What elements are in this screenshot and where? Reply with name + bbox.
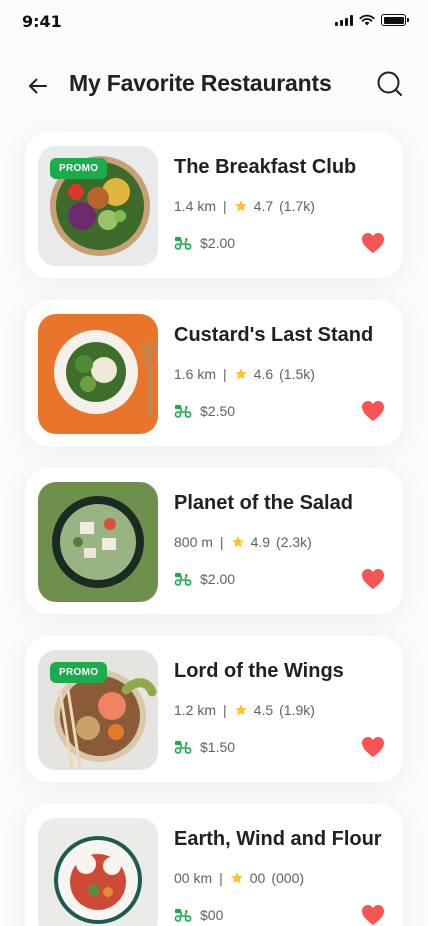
review-count: (1.9k) (279, 702, 315, 718)
heart-icon[interactable] (361, 400, 385, 422)
distance: 1.4 km (174, 198, 217, 214)
restaurant-card[interactable]: Earth, Wind and Flour 00 km | 00 (000) $… (25, 804, 403, 926)
star-icon (231, 535, 245, 549)
search-icon (377, 71, 402, 96)
delivery-price: $1.50 (200, 739, 236, 755)
distance: 800 m (174, 534, 213, 550)
rating: 00 (249, 870, 266, 886)
rating: 4.9 (250, 534, 271, 550)
restaurant-name: Lord of the Wings (174, 660, 344, 682)
review-count: (1.7k) (279, 198, 315, 214)
delivery-price: $2.00 (200, 571, 236, 587)
status-bar: 9:41 (0, 0, 428, 44)
delivery-fee: $1.50 (174, 739, 235, 755)
separator: | (219, 534, 224, 550)
delivery-fee: $2.50 (174, 403, 235, 419)
delivery-price: $2.00 (200, 235, 236, 251)
delivery-fee: $2.00 (174, 235, 235, 251)
separator: | (223, 198, 227, 214)
restaurant-card[interactable]: PROMO Lord of the Wings 1.2 km | 4.5 (1.… (25, 636, 403, 782)
restaurant-image (38, 818, 158, 926)
page-title: My Favorite Restaurants (69, 70, 332, 96)
restaurant-image: PROMO (38, 146, 158, 266)
delivery-scooter-icon (174, 909, 192, 922)
restaurant-name: The Breakfast Club (174, 156, 357, 178)
delivery-price: $2.50 (200, 403, 236, 419)
search-button[interactable] (374, 68, 406, 100)
distance: 00 km (174, 870, 213, 886)
restaurant-image (38, 482, 158, 602)
arrow-left-icon (29, 78, 47, 94)
star-icon (234, 367, 248, 381)
heart-icon[interactable] (361, 736, 385, 758)
review-count: (1.5k) (279, 366, 315, 382)
review-count: (2.3k) (276, 534, 312, 550)
status-icons (335, 14, 409, 26)
rating: 4.5 (253, 702, 274, 718)
cellular-signal-icon (335, 14, 353, 26)
delivery-fee: $00 (174, 907, 223, 923)
separator: | (223, 366, 227, 382)
separator: | (219, 870, 223, 886)
delivery-fee: $2.00 (174, 571, 235, 587)
restaurant-card[interactable]: Planet of the Salad 800 m | 4.9 (2.3k) $… (25, 468, 403, 614)
restaurant-name: Planet of the Salad (174, 492, 353, 514)
restaurant-meta: 1.6 km | 4.6 (1.5k) (174, 366, 315, 382)
delivery-scooter-icon (174, 573, 192, 586)
promo-badge: PROMO (50, 662, 108, 683)
back-button[interactable] (22, 70, 54, 102)
delivery-scooter-icon (174, 405, 192, 418)
star-icon (234, 199, 248, 213)
heart-icon[interactable] (361, 232, 385, 254)
restaurant-card[interactable]: PROMO The Breakfast Club 1.4 km | 4.7 (1… (25, 132, 403, 278)
restaurant-meta: 1.4 km | 4.7 (1.7k) (174, 198, 315, 214)
restaurant-meta: 00 km | 00 (000) (174, 870, 304, 886)
restaurant-image: PROMO (38, 650, 158, 770)
distance: 1.2 km (174, 702, 217, 718)
status-time: 9:41 (22, 12, 62, 31)
delivery-scooter-icon (174, 741, 192, 754)
review-count: (000) (271, 870, 305, 886)
battery-icon (381, 14, 409, 26)
distance: 1.6 km (174, 366, 217, 382)
rating: 4.6 (253, 366, 274, 382)
delivery-price: $00 (200, 907, 224, 923)
delivery-scooter-icon (174, 237, 192, 250)
separator: | (223, 702, 227, 718)
promo-badge: PROMO (50, 158, 108, 179)
restaurant-name: Earth, Wind and Flour (174, 828, 382, 850)
heart-icon[interactable] (361, 904, 385, 926)
restaurant-name: Custard's Last Stand (174, 324, 374, 346)
restaurant-meta: 1.2 km | 4.5 (1.9k) (174, 702, 315, 718)
header: My Favorite Restaurants (0, 62, 428, 108)
heart-icon[interactable] (361, 568, 385, 590)
star-icon (230, 871, 244, 885)
restaurant-meta: 800 m | 4.9 (2.3k) (174, 534, 312, 550)
wifi-icon (359, 14, 375, 26)
star-icon (234, 703, 248, 717)
restaurant-image (38, 314, 158, 434)
rating: 4.7 (253, 198, 274, 214)
restaurant-card[interactable]: Custard's Last Stand 1.6 km | 4.6 (1.5k)… (25, 300, 403, 446)
